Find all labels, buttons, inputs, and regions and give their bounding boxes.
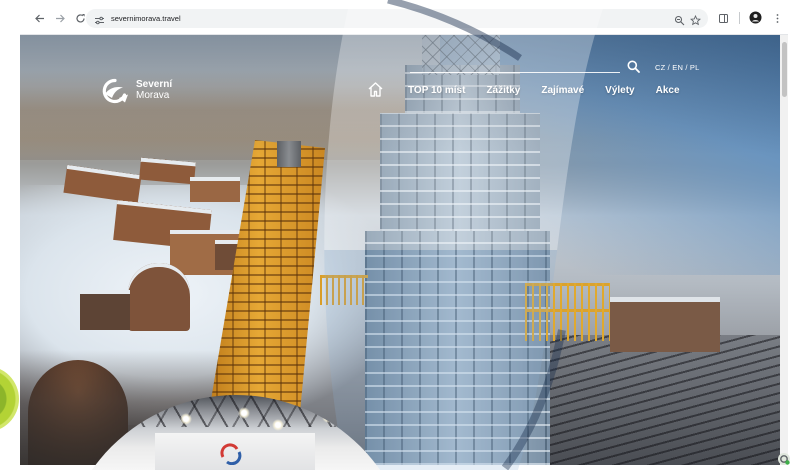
nav-item-zazitky[interactable]: Zážitky (486, 85, 520, 97)
page-scrollbar[interactable] (780, 35, 788, 465)
site-settings-icon[interactable] (94, 13, 105, 25)
hero-building-right (610, 297, 720, 352)
back-arrow-icon[interactable] (33, 12, 45, 24)
language-switcher[interactable]: CZ / EN / PL (655, 63, 700, 72)
corner-settings-icon[interactable] (777, 452, 791, 466)
toolbar-separator (739, 12, 740, 24)
kebab-menu-icon[interactable] (771, 12, 783, 24)
nav-item-top-10[interactable]: TOP 10 míst (408, 85, 465, 97)
browser-window: severnimorava.travel Severní Morava CZ /… (20, 0, 788, 465)
home-icon[interactable] (367, 81, 384, 98)
hero-building (139, 157, 196, 185)
reload-icon[interactable] (74, 12, 86, 24)
hero-yellow-railing (525, 283, 610, 341)
url-text[interactable]: severnimorava.travel (111, 14, 181, 23)
scrollbar-thumb[interactable] (781, 42, 787, 97)
logo-line-morava: Morava (136, 90, 170, 101)
logo-line-severni: Severní (136, 79, 173, 90)
star-icon[interactable] (690, 13, 701, 26)
hero-tank (128, 263, 190, 331)
site-logo[interactable]: Severní Morava (136, 79, 172, 101)
hero-blue-tower-base (365, 231, 550, 465)
logo-icon[interactable] (97, 77, 131, 105)
inset-spotlight (180, 413, 192, 425)
nav-item-zajimave[interactable]: Zajímavé (541, 85, 584, 97)
browser-toolbar: severnimorava.travel (20, 0, 788, 35)
inset-spotlight (238, 407, 250, 419)
search-input[interactable] (410, 72, 620, 73)
main-navigation: TOP 10 míst Zážitky Zajímavé Výlety Akce (408, 85, 680, 97)
hero-yellow-railing (320, 275, 368, 305)
inset-spotlight (272, 419, 284, 431)
side-panel-icon[interactable] (717, 12, 729, 24)
hero-image (20, 35, 780, 465)
screenshot-canvas: severnimorava.travel Severní Morava CZ /… (0, 0, 796, 470)
profile-avatar-icon[interactable] (749, 11, 762, 24)
hero-railway (540, 335, 780, 465)
search-icon[interactable] (627, 60, 640, 73)
page-viewport: Severní Morava CZ / EN / PL TOP 10 míst … (20, 35, 780, 465)
hero-building (190, 177, 240, 202)
address-bar[interactable]: severnimorava.travel (86, 9, 708, 28)
nav-item-vylety[interactable]: Výlety (605, 85, 634, 97)
forward-arrow-icon[interactable] (54, 12, 66, 24)
nav-item-akce[interactable]: Akce (656, 85, 680, 97)
green-circle-decoration (0, 366, 19, 432)
inset-banner-logo-icon (220, 443, 242, 466)
zoom-icon[interactable] (674, 13, 685, 26)
hero-building (80, 290, 130, 330)
